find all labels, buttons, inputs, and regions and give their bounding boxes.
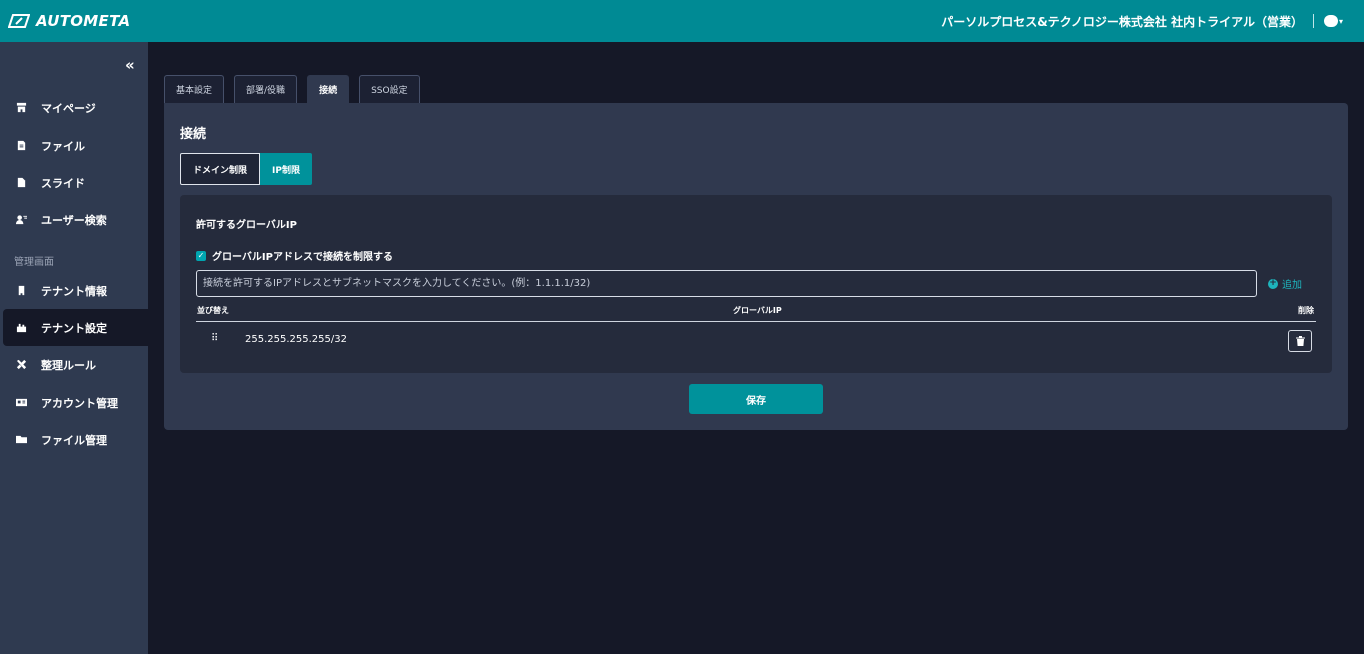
tab-department-position[interactable]: 部署/役職 bbox=[234, 75, 298, 103]
restriction-subtabs: ドメイン制限 IP制限 bbox=[180, 153, 312, 185]
tools-icon bbox=[15, 359, 27, 371]
sidebar-item-organize-rules[interactable]: 整理ルール bbox=[0, 346, 148, 383]
logo-icon bbox=[8, 14, 30, 28]
sidebar-item-label: テナント設定 bbox=[41, 321, 107, 335]
delete-ip-button[interactable] bbox=[1288, 330, 1312, 352]
sidebar-item-label: ファイル bbox=[41, 139, 85, 153]
user-menu[interactable]: ▾ bbox=[1324, 14, 1346, 28]
sidebar-item-tenant-info[interactable]: テナント情報 bbox=[0, 272, 148, 309]
folder-icon bbox=[15, 434, 27, 446]
document-icon bbox=[15, 177, 27, 189]
sidebar-item-tenant-settings[interactable]: テナント設定 bbox=[3, 309, 148, 346]
sidebar-item-label: ファイル管理 bbox=[41, 433, 107, 447]
sidebar-item-label: マイページ bbox=[41, 101, 96, 115]
page-title: 接続 bbox=[180, 127, 207, 142]
settings-tabs: 基本設定 部署/役職 接続 SSO設定 bbox=[164, 75, 420, 103]
sidebar-item-user-search[interactable]: ユーザー検索 bbox=[0, 201, 148, 238]
building-icon bbox=[15, 285, 27, 297]
sidebar-item-account-management[interactable]: アカウント管理 bbox=[0, 384, 148, 421]
sidebar-item-label: 整理ルール bbox=[41, 358, 96, 372]
connection-panel: 接続 ドメイン制限 IP制限 許可するグローバルIP ✓ グローバルIPアドレス… bbox=[164, 103, 1348, 430]
sidebar-item-file-management[interactable]: ファイル管理 bbox=[0, 421, 148, 458]
ip-address-input[interactable] bbox=[196, 270, 1257, 297]
subtab-ip-restriction[interactable]: IP制限 bbox=[260, 153, 312, 185]
avatar-icon bbox=[1324, 15, 1338, 27]
user-search-icon bbox=[15, 214, 27, 226]
file-icon bbox=[15, 140, 27, 152]
trash-icon bbox=[1295, 336, 1305, 346]
sidebar-item-label: アカウント管理 bbox=[41, 396, 118, 410]
card-title: 許可するグローバルIP bbox=[196, 220, 297, 231]
table-row: ⠿ 255.255.255.255/32 bbox=[196, 323, 1316, 357]
save-button[interactable]: 保存 bbox=[689, 384, 823, 414]
sidebar-item-label: テナント情報 bbox=[41, 284, 107, 298]
sidebar-item-label: ユーザー検索 bbox=[41, 213, 107, 227]
sidebar: « マイページ ファイル スライド ユーザー検索 管理画面 テナント情報 テナン… bbox=[0, 42, 148, 654]
sidebar-item-file[interactable]: ファイル bbox=[0, 127, 148, 164]
id-card-icon bbox=[15, 397, 27, 409]
sidebar-item-slide[interactable]: スライド bbox=[0, 164, 148, 201]
column-header-global-ip: グローバルIP bbox=[733, 306, 782, 315]
add-ip-button[interactable]: + 追加 bbox=[1268, 276, 1302, 291]
drag-handle-icon[interactable]: ⠿ bbox=[211, 333, 218, 344]
tab-basic-settings[interactable]: 基本設定 bbox=[164, 75, 225, 103]
sidebar-item-mypage[interactable]: マイページ bbox=[0, 89, 148, 126]
checkmark-icon[interactable]: ✓ bbox=[196, 250, 206, 261]
checkbox-label: グローバルIPアドレスで接続を制限する bbox=[212, 252, 393, 263]
collapse-sidebar-icon[interactable]: « bbox=[125, 56, 135, 74]
restrict-by-ip-checkbox[interactable]: ✓ グローバルIPアドレスで接続を制限する bbox=[196, 248, 393, 263]
ip-value: 255.255.255.255/32 bbox=[245, 334, 347, 345]
header-divider bbox=[1313, 14, 1314, 28]
tab-connection[interactable]: 接続 bbox=[307, 75, 350, 103]
admin-section-label: 管理画面 bbox=[14, 257, 54, 268]
ip-table-header: 並び替え グローバルIP 削除 bbox=[196, 303, 1316, 322]
brand-name: AUTOMETA bbox=[36, 12, 131, 30]
column-header-sort: 並び替え bbox=[197, 306, 229, 315]
brand-logo[interactable]: AUTOMETA bbox=[8, 12, 130, 30]
add-label: 追加 bbox=[1282, 280, 1302, 291]
tenant-settings-icon bbox=[15, 322, 27, 334]
organization-name: パーソルプロセス&テクノロジー株式会社 社内トライアル（営業） bbox=[941, 14, 1303, 29]
subtab-domain-restriction[interactable]: ドメイン制限 bbox=[180, 153, 261, 185]
top-bar: AUTOMETA パーソルプロセス&テクノロジー株式会社 社内トライアル（営業）… bbox=[0, 0, 1364, 42]
plus-circle-icon: + bbox=[1268, 278, 1278, 289]
store-icon bbox=[15, 102, 27, 114]
sidebar-item-label: スライド bbox=[41, 176, 85, 190]
column-header-delete: 削除 bbox=[1298, 306, 1314, 315]
global-ip-card: 許可するグローバルIP ✓ グローバルIPアドレスで接続を制限する + 追加 並… bbox=[180, 195, 1332, 373]
chevron-down-icon: ▾ bbox=[1339, 16, 1344, 26]
tab-sso-settings[interactable]: SSO設定 bbox=[359, 75, 420, 103]
